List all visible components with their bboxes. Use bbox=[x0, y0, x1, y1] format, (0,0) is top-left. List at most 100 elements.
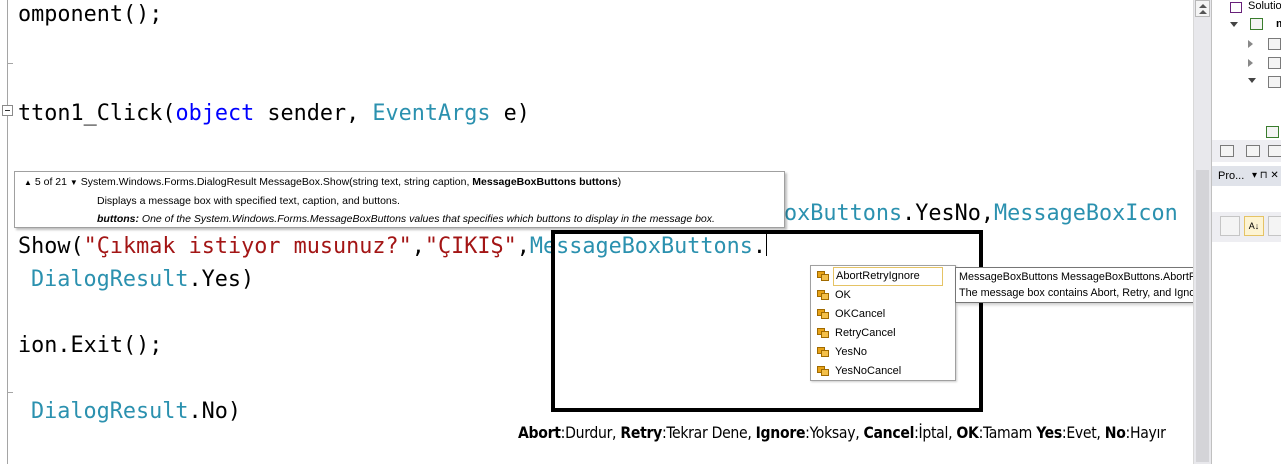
string-literal: "ÇIKIŞ" bbox=[424, 234, 517, 259]
expand-arrow-icon[interactable] bbox=[1248, 40, 1253, 48]
parameter-desc-text: One of the System.Windows.Forms.MessageB… bbox=[139, 213, 715, 225]
class-tab-icon[interactable] bbox=[1268, 145, 1281, 157]
signature-text: ) bbox=[617, 176, 622, 188]
solution-icon bbox=[1230, 2, 1242, 13]
code-text: .YesNo, bbox=[902, 201, 994, 226]
completion-item[interactable]: RetryCancel bbox=[813, 325, 951, 342]
caption-value: :Yoksay, bbox=[805, 424, 864, 442]
completion-item[interactable]: OK bbox=[813, 287, 951, 304]
solution-explorer-title: Solutio bbox=[1248, 0, 1281, 12]
annotation-caption: Abort:Durdur, Retry:Tekrar Dene, Ignore:… bbox=[518, 424, 1166, 442]
properties-grid bbox=[1212, 244, 1281, 464]
team-tab-icon[interactable] bbox=[1246, 145, 1260, 157]
tool-tabs bbox=[1212, 140, 1281, 162]
current-parameter: MessageBoxButtons buttons bbox=[472, 176, 618, 188]
code-text: .No) bbox=[188, 399, 241, 424]
parameter-info-tooltip: ▲ 5 of 21 ▼ System.Windows.Forms.DialogR… bbox=[14, 171, 785, 228]
signature-line: ▲ 5 of 21 ▼ System.Windows.Forms.DialogR… bbox=[24, 176, 621, 188]
code-line[interactable]: omponent(); bbox=[18, 2, 162, 28]
code-text: .Yes) bbox=[188, 267, 255, 292]
caption-key: Ignore bbox=[755, 424, 806, 442]
enum-member-icon bbox=[817, 366, 829, 376]
signature-text: System.Windows.Forms.DialogResult Messag… bbox=[80, 176, 473, 188]
scrollbar-thumb[interactable] bbox=[1196, 170, 1209, 462]
caption-key: Abort bbox=[518, 424, 561, 442]
type-name: DialogResult bbox=[31, 399, 189, 424]
method-description: Displays a message box with specified te… bbox=[97, 195, 400, 207]
gutter-tick bbox=[7, 392, 13, 393]
caption-value: :Tamam bbox=[978, 424, 1037, 442]
outline-gutter bbox=[7, 0, 8, 464]
overload-down-icon[interactable]: ▼ bbox=[70, 178, 78, 187]
form-icon bbox=[1268, 57, 1281, 69]
caption-key: Cancel bbox=[863, 424, 915, 442]
folder-icon bbox=[1268, 38, 1281, 50]
type-name: oxButtons bbox=[784, 201, 903, 226]
caption-value: :Tekrar Dene, bbox=[661, 424, 756, 442]
categorized-icon[interactable] bbox=[1220, 216, 1240, 236]
solution-tab-icon[interactable] bbox=[1220, 145, 1234, 157]
code-line[interactable]: ion.Exit(); bbox=[18, 333, 162, 359]
project-name[interactable]: m bbox=[1276, 18, 1281, 30]
form-icon bbox=[1268, 76, 1281, 88]
code-line[interactable]: DialogResult.Yes) bbox=[31, 267, 254, 293]
code-text: sender, bbox=[254, 101, 373, 126]
expand-arrow-icon[interactable] bbox=[1230, 22, 1238, 27]
code-text: omponent(); bbox=[18, 2, 163, 27]
csharp-project-icon bbox=[1250, 18, 1263, 30]
expand-arrow-icon[interactable] bbox=[1248, 59, 1253, 67]
enum-member-icon bbox=[817, 328, 829, 338]
caption-key: Retry bbox=[620, 424, 662, 442]
properties-header: Pro... ▾ ⊓ ✕ bbox=[1212, 166, 1281, 186]
completion-item[interactable]: YesNoCancel bbox=[813, 363, 951, 380]
string-literal: "Çıkmak istiyor musunuz?" bbox=[83, 234, 412, 259]
caption-value: :Durdur, bbox=[560, 424, 621, 442]
properties-title: Pro... bbox=[1218, 170, 1245, 182]
completion-item[interactable]: OKCancel bbox=[813, 306, 951, 323]
completion-item[interactable]: AbortRetryIgnore bbox=[813, 267, 951, 286]
window-controls-icon[interactable]: ▾ ⊓ ✕ bbox=[1252, 166, 1279, 186]
code-text: tton1_Click( bbox=[18, 101, 176, 126]
enum-member-icon bbox=[817, 309, 829, 319]
keyword: object bbox=[175, 101, 255, 126]
overload-up-icon[interactable]: ▲ bbox=[24, 178, 32, 187]
caption-value: :Evet, bbox=[1061, 424, 1105, 442]
completion-item-label: AbortRetryIgnore bbox=[833, 267, 943, 286]
caption-key: No bbox=[1104, 424, 1126, 442]
completion-item-label: OKCancel bbox=[835, 308, 886, 320]
completion-item[interactable]: YesNo bbox=[813, 344, 951, 361]
parameter-description: buttons: One of the System.Windows.Forms… bbox=[97, 213, 715, 225]
code-line[interactable]: DialogResult.No) bbox=[31, 399, 241, 425]
enum-member-icon bbox=[817, 347, 829, 357]
properties-toolbar: A↓ bbox=[1212, 212, 1281, 242]
caption-key: Yes bbox=[1036, 424, 1062, 442]
overload-counter: 5 of 21 bbox=[34, 176, 67, 188]
split-scroll-button[interactable] bbox=[1195, 0, 1210, 17]
code-text: , bbox=[516, 234, 530, 259]
expand-arrow-icon[interactable] bbox=[1248, 78, 1256, 83]
parameter-name: buttons: bbox=[97, 213, 139, 225]
code-text: ion.Exit(); bbox=[18, 333, 163, 358]
editor-scrollbar[interactable] bbox=[1193, 0, 1211, 464]
code-line[interactable]: tton1_Click(object sender, EventArgs e) bbox=[18, 101, 530, 127]
completion-item-label: OK bbox=[835, 289, 851, 301]
gutter-tick bbox=[7, 63, 13, 64]
code-line[interactable]: oxButtons.YesNo,MessageBoxIcon bbox=[784, 201, 1178, 227]
enum-member-icon bbox=[817, 271, 829, 281]
type-name: DialogResult bbox=[31, 267, 189, 292]
caption-value: :Hayır bbox=[1125, 424, 1166, 442]
alphabetical-icon[interactable]: A↓ bbox=[1244, 216, 1264, 236]
type-name: MessageBoxIcon bbox=[993, 201, 1178, 226]
collapse-minus-icon[interactable] bbox=[2, 105, 13, 116]
enum-member-icon bbox=[817, 290, 829, 300]
code-text: e) bbox=[490, 101, 530, 126]
properties-icon[interactable] bbox=[1268, 216, 1281, 236]
caption-key: OK bbox=[956, 424, 979, 442]
completion-list[interactable]: AbortRetryIgnore OK OKCancel RetryCancel Yes… bbox=[810, 265, 956, 381]
completion-item-label: YesNoCancel bbox=[835, 365, 902, 377]
code-text: Show( bbox=[18, 234, 84, 259]
completion-item-label: YesNo bbox=[835, 346, 868, 358]
type-name: EventArgs bbox=[372, 101, 491, 126]
csharp-file-icon bbox=[1266, 126, 1279, 138]
completion-item-label: RetryCancel bbox=[835, 327, 896, 339]
